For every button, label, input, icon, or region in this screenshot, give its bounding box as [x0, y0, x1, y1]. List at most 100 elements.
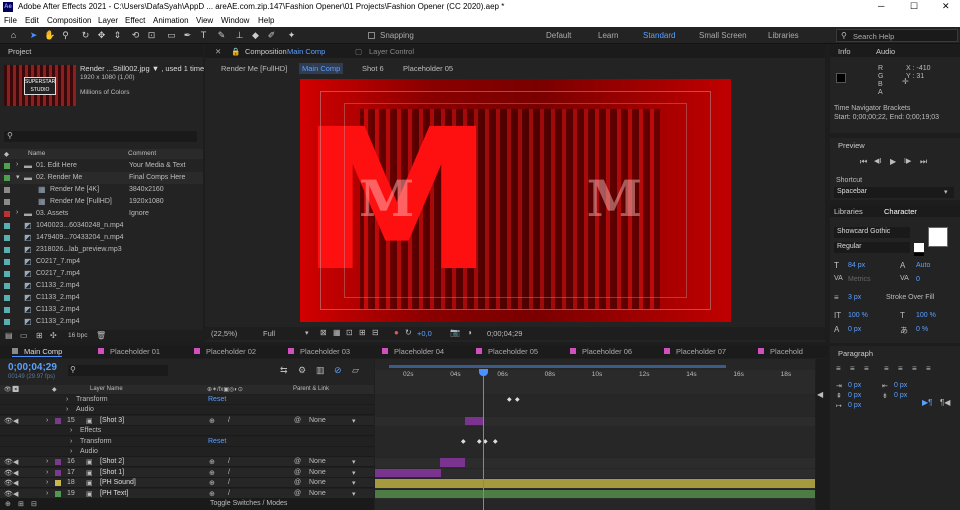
visibility-eye-icon[interactable]: 👁: [4, 417, 13, 425]
timeline-tab[interactable]: Placeholder 07: [664, 347, 726, 356]
project-item[interactable]: ◩ 2318026...lab_preview.mp3: [0, 244, 203, 256]
clone-stamp-tool-icon[interactable]: ⊥: [234, 30, 245, 41]
tab-character[interactable]: Character: [884, 207, 917, 216]
keyframe-icon[interactable]: ◆: [493, 438, 498, 445]
pick-whip-icon[interactable]: @: [294, 458, 301, 465]
menu-file[interactable]: File: [4, 16, 17, 25]
project-panel-title[interactable]: Project: [8, 47, 31, 56]
chevron-right-icon[interactable]: ›: [70, 438, 72, 445]
layer-label-swatch[interactable]: [55, 417, 61, 424]
time-ruler[interactable]: 02s 04s 06s 08s 10s 12s 14s 16s 18s: [375, 370, 815, 394]
menu-help[interactable]: Help: [258, 16, 274, 25]
timeline-tab[interactable]: Placeholder 02: [194, 347, 256, 356]
pick-whip-icon[interactable]: @: [294, 490, 301, 497]
pan-behind-tool-icon[interactable]: ⊡: [146, 30, 157, 41]
label-color-swatch[interactable]: [4, 187, 10, 193]
keyframe-icon[interactable]: ◆: [477, 438, 482, 445]
visibility-eye-icon[interactable]: 👁: [4, 479, 13, 487]
audio-speaker-icon[interactable]: ◀: [13, 458, 18, 466]
first-frame-button[interactable]: ⏮: [860, 157, 867, 167]
timeline-timecode[interactable]: 0;00;04;29: [8, 362, 57, 373]
roto-brush-tool-icon[interactable]: ✐: [266, 30, 277, 41]
draft-3d-icon[interactable]: ⚙: [298, 365, 306, 376]
parent-dropdown[interactable]: None: [309, 458, 326, 465]
layer-duration-bar[interactable]: [465, 416, 483, 426]
menu-window[interactable]: Window: [221, 16, 249, 25]
tab-libraries[interactable]: Libraries: [834, 207, 863, 216]
breadcrumb-main-comp[interactable]: Main Comp: [299, 63, 344, 74]
property-row[interactable]: › Effects: [0, 426, 374, 437]
frame-blending-icon[interactable]: ▥: [316, 365, 325, 376]
justify-left-icon[interactable]: ≡: [884, 364, 889, 373]
align-left-icon[interactable]: ≡: [836, 364, 841, 373]
pick-whip-icon[interactable]: @: [294, 479, 301, 486]
align-right-icon[interactable]: ≡: [864, 364, 869, 373]
project-search-field[interactable]: ⚲: [4, 131, 197, 142]
channel-rgb-icon[interactable]: ●: [394, 328, 399, 337]
breadcrumb-render-me-fullhd[interactable]: Render Me [FullHD]: [221, 64, 287, 73]
expand-icon[interactable]: ⊞: [18, 500, 24, 508]
puppet-tool-icon[interactable]: ✦: [286, 30, 297, 41]
space-before-value[interactable]: 0 px: [848, 392, 861, 399]
swatch-black[interactable]: [914, 253, 924, 256]
layer-control-tab[interactable]: Layer Control: [369, 47, 414, 56]
label-color-swatch[interactable]: [4, 247, 10, 253]
font-style-dropdown[interactable]: Regular: [834, 242, 910, 253]
last-frame-button[interactable]: ⏭: [920, 157, 927, 167]
brush-tool-icon[interactable]: ✎: [216, 30, 227, 41]
snapping-checkbox[interactable]: [368, 32, 375, 39]
font-size-value[interactable]: 84 px: [848, 262, 865, 269]
pick-whip-icon[interactable]: @: [294, 469, 301, 476]
magnification-dropdown[interactable]: (22,5%): [211, 329, 237, 338]
zoom-tool-icon[interactable]: ⚲: [60, 30, 71, 41]
first-line-indent-value[interactable]: 0 px: [848, 402, 861, 409]
composition-viewer[interactable]: M M M M: [300, 79, 731, 322]
baseline-shift-value[interactable]: 0 px: [848, 326, 861, 333]
layer-duration-bar[interactable]: [375, 468, 441, 478]
layer-name[interactable]: [Shot 1]: [100, 469, 124, 476]
pan-tool-icon[interactable]: ✥: [96, 30, 107, 41]
composition-tab-name[interactable]: Main Comp: [287, 47, 325, 56]
label-color-swatch[interactable]: [4, 163, 10, 169]
rectangle-tool-icon[interactable]: ▭: [166, 30, 177, 41]
chevron-right-icon[interactable]: ›: [46, 458, 48, 465]
show-snapshot-icon[interactable]: ◑: [467, 328, 472, 337]
quality-icon[interactable]: /: [228, 417, 230, 424]
layer-duration-bar[interactable]: [440, 458, 466, 467]
lock-icon[interactable]: 🔒: [231, 47, 240, 56]
chevron-right-icon[interactable]: ›: [66, 406, 68, 413]
motion-blur-icon[interactable]: ⊘: [334, 365, 342, 376]
layer-row[interactable]: 👁 ◀ › 15 ▣ [Shot 3] ⊕ / @ None ▾: [0, 415, 374, 426]
mask-visibility-icon[interactable]: ⊡: [346, 328, 353, 337]
eraser-tool-icon[interactable]: ◆: [250, 30, 261, 41]
layer-duration-bar[interactable]: [375, 489, 815, 498]
new-folder-icon[interactable]: ▭: [20, 331, 28, 340]
visibility-eye-icon[interactable]: 👁: [4, 490, 13, 498]
workspace-standard[interactable]: Standard: [643, 31, 675, 40]
shortcut-dropdown[interactable]: Spacebar ▾: [834, 187, 954, 198]
layer-duration-bar[interactable]: [375, 479, 815, 488]
render-time-icon[interactable]: ⊕: [5, 500, 11, 508]
label-color-swatch[interactable]: [4, 223, 10, 229]
indent-left-value[interactable]: 0 px: [848, 382, 861, 389]
quality-icon[interactable]: /: [228, 490, 230, 497]
breadcrumb-placeholder-05[interactable]: Placeholder 05: [403, 64, 453, 73]
thumbnail-filename[interactable]: Render ...Still002.jpg ▼ , used 1 time: [80, 64, 204, 73]
timeline-tab[interactable]: Placehold: [758, 347, 803, 356]
chevron-right-icon[interactable]: ›: [16, 161, 18, 168]
project-item[interactable]: ▬ ▾ 02. Render Me Final Comps Here: [0, 172, 203, 184]
project-item[interactable]: ◩ 1040023...60340248_n.mp4: [0, 220, 203, 232]
workspace-default[interactable]: Default: [546, 31, 571, 40]
visibility-eye-icon[interactable]: 👁: [4, 458, 13, 466]
label-color-swatch[interactable]: [4, 175, 10, 181]
timeline-graph-area[interactable]: 02s 04s 06s 08s 10s 12s 14s 16s 18s ◆ ◆ ◆ ◆ ◆ ◆: [375, 359, 815, 510]
chevron-right-icon[interactable]: ›: [46, 490, 48, 497]
label-color-swatch[interactable]: [4, 259, 10, 265]
keyframe-icon[interactable]: ◆: [515, 396, 520, 403]
tracking-value[interactable]: 0: [916, 276, 920, 283]
shy-icon[interactable]: ⊕: [209, 417, 215, 425]
project-item[interactable]: ▦ Render Me [FullHD] 1920x1080: [0, 196, 203, 208]
rotate-tool-icon[interactable]: ⟲: [130, 30, 141, 41]
transparency-grid-icon[interactable]: ▦: [333, 328, 341, 337]
layer-name[interactable]: [Shot 2]: [100, 458, 124, 465]
